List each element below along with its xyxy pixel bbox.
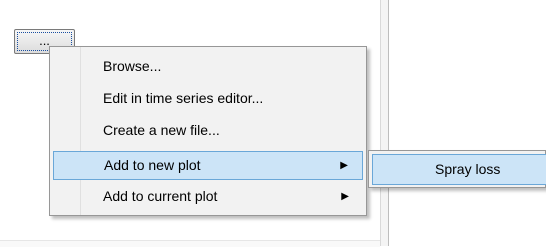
submenu-item-label: Spray loss [435,161,501,177]
menu-item-label: Edit in time series editor... [103,90,264,106]
menu-item-add-to-new-plot[interactable]: Add to new plot ▶ [53,151,363,180]
submenu-arrow-icon: ▶ [340,160,348,171]
menu-item-edit-time-series[interactable]: Edit in time series editor... [53,85,363,114]
submenu-item-spray-loss[interactable]: Spray loss [372,154,546,185]
menu-item-browse[interactable]: Browse... [53,53,363,82]
menu-item-create-new-file[interactable]: Create a new file... [53,117,363,146]
menu-item-add-to-current-plot[interactable]: Add to current plot ▶ [53,183,363,212]
menu-item-label: Create a new file... [103,122,220,138]
right-panel [389,0,546,246]
submenu: Spray loss [368,150,546,188]
submenu-arrow-icon: ▶ [341,191,349,202]
menu-item-label: Add to current plot [103,188,218,204]
menu-item-label: Add to new plot [104,157,201,173]
splitter-bar[interactable] [381,0,388,246]
menu-item-label: Browse... [103,58,162,74]
context-menu: Browse... Edit in time series editor... … [49,46,367,216]
